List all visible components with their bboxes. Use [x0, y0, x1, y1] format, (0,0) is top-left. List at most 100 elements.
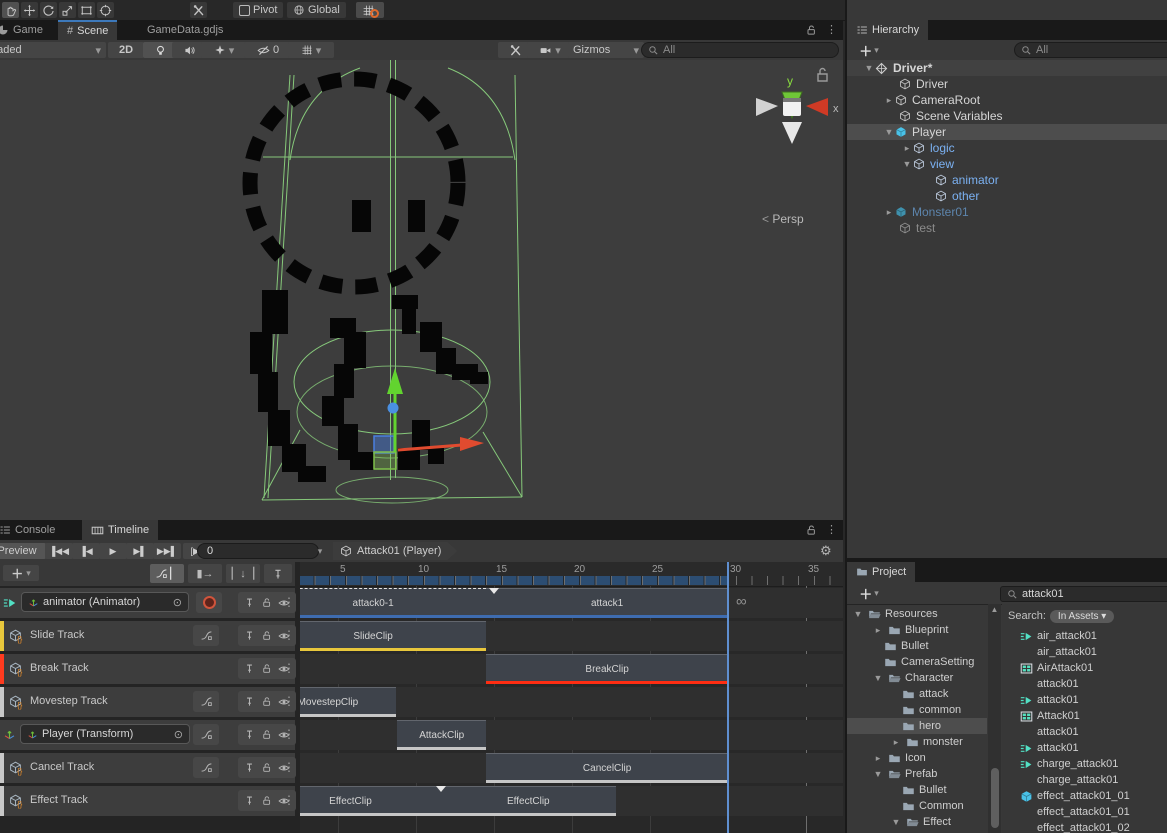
marker-toggle-button[interactable]: [264, 564, 292, 583]
track-menu-icon[interactable]: ⋮: [283, 661, 295, 675]
result-row[interactable]: air_attack01: [1037, 644, 1097, 660]
scrollbar-thumb[interactable]: [991, 768, 999, 828]
lock-open-icon[interactable]: [805, 24, 817, 36]
timeline-breadcrumb[interactable]: Attack01 (Player): [333, 542, 457, 560]
previous-frame-button[interactable]: ▐◀: [72, 543, 100, 559]
foldout-arrow[interactable]: ▼: [852, 609, 864, 619]
scene-search-field[interactable]: [641, 42, 839, 58]
lock-icon[interactable]: [261, 762, 272, 773]
hierarchy-item-scene-variables[interactable]: Scene Variables: [847, 108, 1167, 124]
foldout-arrow[interactable]: ▸: [901, 143, 913, 154]
scene-camera-dropdown[interactable]: ▾: [527, 42, 573, 58]
lock-icon[interactable]: [261, 795, 272, 806]
kebab-menu-icon[interactable]: ⋮: [826, 23, 837, 36]
tab-gamedata[interactable]: GameData.gdjs: [138, 20, 232, 40]
timeline-play-button[interactable]: ▶: [99, 543, 127, 559]
hierarchy-item-animator[interactable]: animator: [847, 172, 1167, 188]
result-row[interactable]: attack01: [1020, 740, 1079, 756]
hierarchy-item-view[interactable]: ▼ view: [847, 156, 1167, 172]
scene-visibility-button[interactable]: 0: [244, 42, 292, 58]
lock-icon[interactable]: [261, 597, 272, 608]
scene-search-input[interactable]: [663, 44, 832, 56]
add-track-button[interactable]: ＋▾: [3, 565, 39, 581]
shading-mode-dropdown[interactable]: haded▾: [0, 42, 106, 58]
foldout-arrow[interactable]: ▼: [863, 63, 875, 73]
grid-visibility-dropdown[interactable]: ▾: [288, 42, 334, 58]
project-search-input[interactable]: [1022, 588, 1165, 600]
folder-effect[interactable]: ▼ Effect: [890, 814, 951, 830]
clip-cancelclip[interactable]: CancelClip: [486, 753, 728, 783]
hierarchy-item-other[interactable]: other: [847, 188, 1167, 204]
gizmos-dropdown[interactable]: Gizmos▾: [568, 42, 644, 58]
clip-boundary-marker[interactable]: [489, 588, 499, 594]
frame-unit-dropdown[interactable]: ▾: [306, 543, 334, 559]
track-header-player-transform[interactable]: Player (Transform) ⊙ ⋮: [0, 720, 295, 750]
pin-icon[interactable]: [244, 597, 255, 608]
result-row[interactable]: effect_attack01_01: [1020, 788, 1130, 804]
folder-blueprint[interactable]: ▸ Blueprint: [872, 622, 948, 638]
pin-icon[interactable]: [244, 729, 255, 740]
object-picker-icon[interactable]: ⊙: [173, 596, 182, 609]
tab-console[interactable]: Console: [0, 520, 64, 540]
foldout-arrow[interactable]: ▼: [872, 769, 884, 779]
rect-tool-button[interactable]: [78, 2, 95, 18]
lane-cancel[interactable]: CancelClip: [300, 753, 843, 783]
lock-icon[interactable]: [261, 696, 272, 707]
result-row[interactable]: attack01: [1037, 676, 1079, 692]
result-row[interactable]: attack01: [1037, 724, 1079, 740]
next-frame-button[interactable]: ▶▌: [126, 543, 154, 559]
foldout-arrow[interactable]: ▼: [901, 159, 913, 169]
animator-binding-field[interactable]: animator (Animator) ⊙: [21, 592, 189, 612]
clip-attack1[interactable]: attack1: [486, 588, 728, 618]
hierarchy-item-monster01[interactable]: ▸ Monster01: [847, 204, 1167, 220]
2d-toggle-button[interactable]: 2D: [108, 42, 144, 58]
clip-effectclip-2[interactable]: EffectClip: [441, 786, 616, 816]
pin-icon[interactable]: [244, 663, 255, 674]
hierarchy-item-cameraroot[interactable]: ▸ CameraRoot: [847, 92, 1167, 108]
pin-icon[interactable]: [244, 762, 255, 773]
hierarchy-item-driver-scene[interactable]: ▼ Driver*: [847, 60, 1167, 76]
replace-mode-button[interactable]: ▏↓▕: [226, 564, 260, 583]
result-row[interactable]: charge_attack01: [1037, 772, 1118, 788]
lane-break[interactable]: BreakClip: [300, 654, 843, 684]
tab-hierarchy[interactable]: Hierarchy: [847, 20, 928, 40]
foldout-arrow[interactable]: ▸: [883, 95, 895, 106]
foldout-arrow[interactable]: ▼: [883, 127, 895, 137]
hierarchy-item-logic[interactable]: ▸ logic: [847, 140, 1167, 156]
result-row[interactable]: charge_attack01: [1020, 756, 1118, 772]
foldout-arrow[interactable]: ▼: [872, 673, 884, 683]
move-tool-button[interactable]: [21, 2, 38, 18]
lock-icon[interactable]: [261, 663, 272, 674]
folder-prefab-bullet[interactable]: Bullet: [902, 782, 947, 798]
scale-tool-button[interactable]: [59, 2, 76, 18]
object-picker-icon[interactable]: ⊙: [174, 728, 183, 741]
hierarchy-item-player[interactable]: ▼ Player: [847, 124, 1167, 140]
hierarchy-item-test[interactable]: test: [847, 220, 1167, 236]
pivot-toggle-button[interactable]: Pivot: [233, 2, 283, 18]
tab-scene[interactable]: # Scene: [58, 20, 117, 40]
frame-input[interactable]: [205, 544, 311, 558]
pin-icon[interactable]: [244, 630, 255, 641]
kebab-menu-icon[interactable]: ⋮: [826, 523, 837, 536]
track-menu-icon[interactable]: ⋮: [283, 595, 295, 609]
folder-common[interactable]: common: [902, 702, 961, 718]
foldout-arrow[interactable]: ▸: [883, 207, 895, 218]
pin-icon[interactable]: [244, 795, 255, 806]
track-header-movestep[interactable]: {} Movestep Track ⋮: [0, 687, 295, 717]
global-toggle-button[interactable]: Global: [287, 2, 346, 18]
folder-attack[interactable]: attack: [902, 686, 948, 702]
search-scope-dropdown[interactable]: In Assets ▾: [1050, 610, 1114, 623]
preview-toggle-button[interactable]: Preview: [0, 543, 46, 559]
track-menu-icon[interactable]: ⋮: [283, 694, 295, 708]
result-row[interactable]: effect_attack01_01: [1037, 804, 1130, 820]
clip-movestepclip[interactable]: MovestepClip: [300, 687, 396, 717]
tab-game[interactable]: Game: [0, 20, 52, 40]
clip-boundary-marker[interactable]: [436, 786, 446, 792]
scene-viewport[interactable]: y x < Persp: [0, 60, 843, 520]
project-tree-scrollbar[interactable]: ▲: [988, 604, 1001, 833]
clip-breakclip[interactable]: BreakClip: [486, 654, 728, 684]
timeline-settings-gear[interactable]: ⚙: [820, 543, 832, 559]
folder-resources[interactable]: ▼ Resources: [852, 606, 938, 622]
lock-icon[interactable]: [261, 729, 272, 740]
folder-monster[interactable]: ▸ monster: [890, 734, 963, 750]
